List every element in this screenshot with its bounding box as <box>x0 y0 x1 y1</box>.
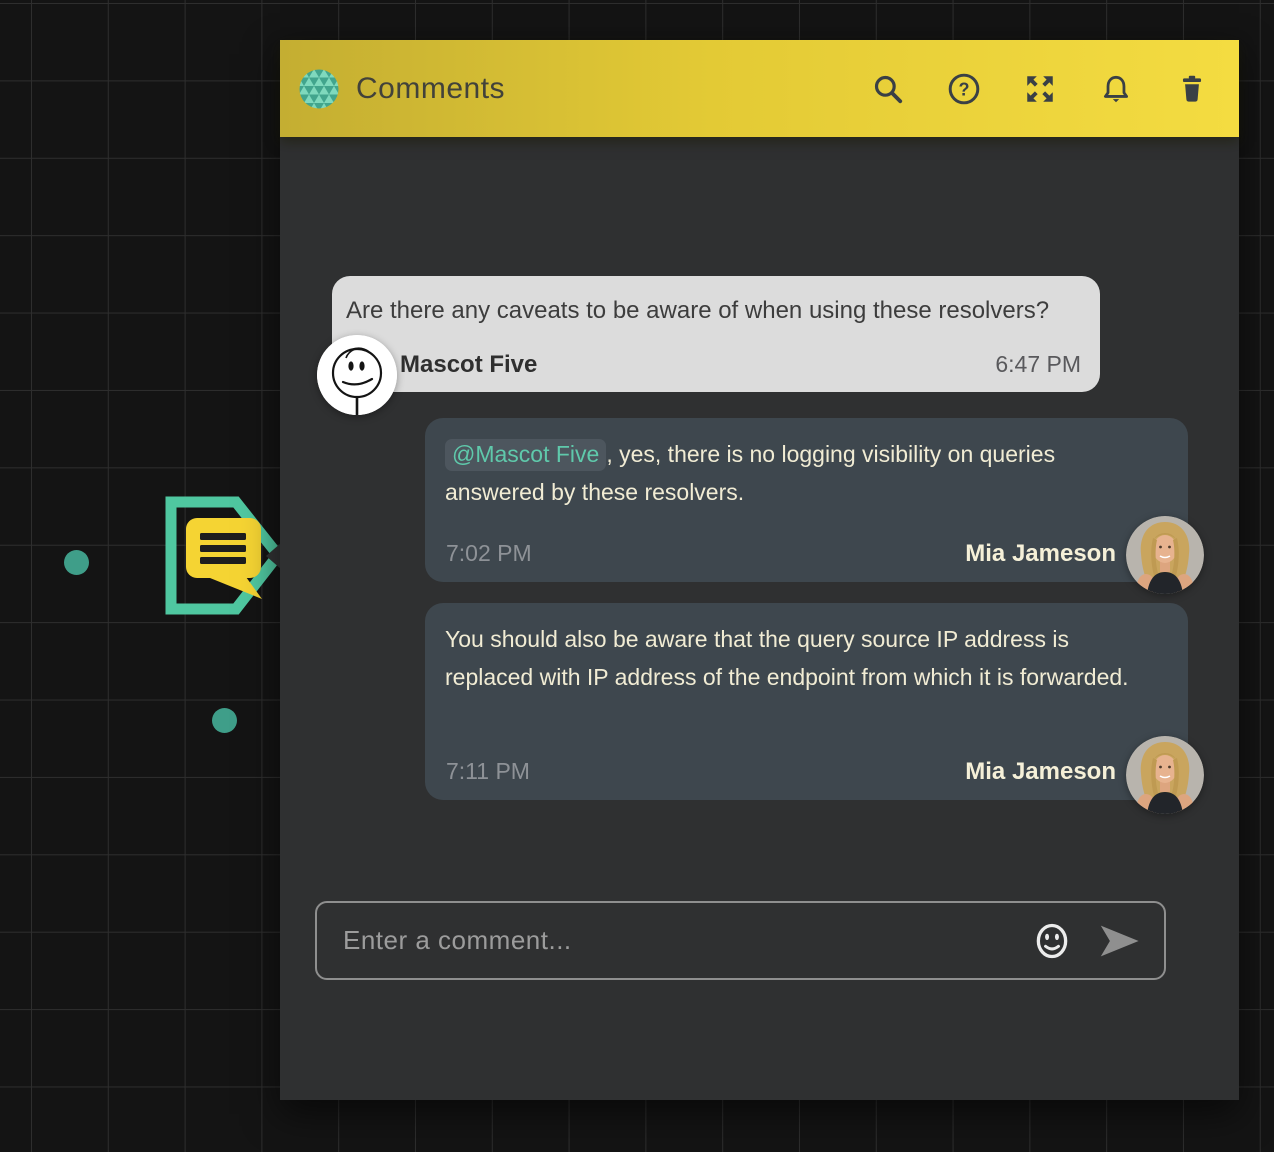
message-text: @Mascot Five, yes, there is no logging v… <box>425 418 1188 511</box>
avatar-mia-jameson <box>1126 516 1204 594</box>
app-logo-icon <box>299 69 339 109</box>
message-timestamp: 7:02 PM <box>446 540 532 567</box>
comment-input[interactable] <box>341 924 1032 957</box>
teal-dot <box>212 708 237 733</box>
message-timestamp: 6:47 PM <box>995 351 1081 378</box>
search-icon <box>871 72 905 106</box>
panel-pointer-arrow <box>266 543 281 569</box>
search-button[interactable] <box>869 70 907 108</box>
message-text: You should also be aware that the query … <box>425 603 1188 696</box>
send-icon <box>1101 925 1139 956</box>
mascot-face-icon <box>317 335 397 415</box>
message-bubble-incoming: Are there any caveats to be aware of whe… <box>332 276 1100 392</box>
panel-title: Comments <box>356 72 505 106</box>
message-text: Are there any caveats to be aware of whe… <box>332 276 1100 325</box>
avatar-mascot-five <box>317 335 397 415</box>
expand-button[interactable] <box>1021 70 1059 108</box>
help-button[interactable]: ? <box>945 70 983 108</box>
avatar-mia-jameson <box>1126 736 1204 814</box>
panel-header: Comments ? <box>280 40 1239 137</box>
message-author: Mia Jameson <box>965 758 1116 786</box>
help-icon: ? <box>947 72 981 106</box>
mia-photo-icon <box>1126 736 1204 814</box>
svg-text:?: ? <box>958 79 969 99</box>
smiley-icon <box>1038 925 1065 956</box>
expand-fullscreen-icon <box>1023 72 1057 106</box>
speech-bubble-icon <box>186 518 262 599</box>
comments-panel: Comments ? <box>280 40 1239 1100</box>
teal-dot <box>64 550 89 575</box>
mia-photo-icon <box>1126 516 1204 594</box>
delete-button[interactable] <box>1173 70 1211 108</box>
comment-composer <box>315 901 1166 980</box>
mention-chip[interactable]: @Mascot Five <box>445 439 606 471</box>
message-bubble-reply: You should also be aware that the query … <box>425 603 1188 800</box>
send-button[interactable] <box>1098 924 1140 958</box>
canvas-background: Comments ? <box>0 0 1274 1152</box>
notifications-button[interactable] <box>1097 70 1135 108</box>
message-author: Mia Jameson <box>965 540 1116 568</box>
trash-icon <box>1175 72 1209 106</box>
message-author: Mascot Five <box>400 351 537 379</box>
message-bubble-reply: @Mascot Five, yes, there is no logging v… <box>425 418 1188 582</box>
emoji-button[interactable] <box>1032 921 1072 961</box>
message-timestamp: 7:11 PM <box>446 758 530 785</box>
bell-icon <box>1099 72 1133 106</box>
